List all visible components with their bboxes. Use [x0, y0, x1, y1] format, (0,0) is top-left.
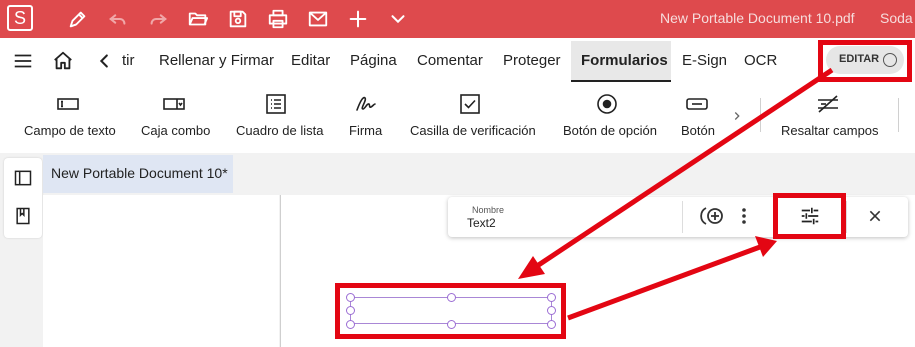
highlight-fields-icon — [818, 95, 838, 113]
add-field-icon[interactable] — [699, 204, 727, 228]
tool-resaltar-campos[interactable]: Resaltar campos — [777, 83, 882, 149]
tool-cuadro-de-lista[interactable]: Cuadro de lista — [232, 83, 326, 149]
field-name-caption: Nombre — [472, 205, 505, 215]
tool-label: Resaltar campos — [781, 123, 879, 138]
toolbar-divider — [760, 98, 761, 132]
open-folder-icon[interactable] — [187, 8, 209, 30]
text-field-icon — [57, 98, 79, 110]
menu-item-comentar[interactable]: Comentar — [417, 52, 483, 69]
bookmark-icon[interactable] — [13, 206, 33, 226]
print-icon[interactable] — [267, 8, 289, 30]
home-icon[interactable] — [52, 50, 74, 72]
chevron-right-icon[interactable] — [730, 109, 744, 123]
tool-boton-de-opcion[interactable]: Botón de opción — [559, 83, 659, 149]
menu-item-proteger[interactable]: Proteger — [503, 52, 561, 69]
pane-divider — [280, 195, 281, 347]
tool-label: Cuadro de lista — [236, 123, 324, 138]
menu-item-convertir[interactable]: tir — [122, 52, 135, 69]
document-tab[interactable]: New Portable Document 10* — [43, 155, 233, 193]
tool-boton[interactable]: Botón — [677, 83, 719, 149]
tool-firma[interactable]: Firma — [345, 83, 389, 149]
thumbnail-pane — [43, 195, 279, 347]
mail-icon[interactable] — [307, 8, 329, 30]
undo-icon[interactable] — [107, 8, 129, 30]
tool-label: Casilla de verificación — [410, 123, 536, 138]
tool-campo-de-texto[interactable]: Campo de texto — [20, 83, 117, 149]
tool-label: Botón — [681, 123, 715, 138]
tool-label: Botón de opción — [563, 123, 657, 138]
side-panel — [4, 158, 42, 238]
tool-label: Caja combo — [141, 123, 211, 138]
window-title: New Portable Document 10.pdf — [660, 10, 855, 26]
save-icon[interactable] — [227, 8, 249, 30]
menu-item-rellenar-y-firmar[interactable]: Rellenar y Firmar — [159, 52, 274, 69]
tool-caja-combo[interactable]: Caja combo — [138, 83, 212, 149]
chevron-down-icon[interactable] — [387, 8, 409, 30]
menu-item-formularios[interactable]: Formularios — [581, 52, 668, 69]
checkbox-icon — [460, 94, 480, 114]
app-logo: S — [7, 5, 33, 31]
menu-item-editar[interactable]: Editar — [291, 52, 330, 69]
highlight-box-field — [335, 283, 566, 339]
active-tab-indicator — [571, 80, 671, 82]
field-name-value[interactable]: Text2 — [467, 216, 496, 230]
bar-divider — [682, 201, 683, 233]
toolbar-divider — [898, 98, 899, 132]
forms-toolbar: Campo de texto Caja combo Cuadro de list… — [0, 83, 915, 153]
tool-label: Campo de texto — [24, 123, 116, 138]
highlight-box-editar — [818, 40, 912, 82]
highlight-box-properties — [773, 193, 846, 239]
tool-label: Firma — [349, 123, 383, 138]
add-icon[interactable] — [347, 8, 369, 30]
redo-icon[interactable] — [147, 8, 169, 30]
chevron-left-icon[interactable] — [94, 50, 116, 72]
button-icon — [686, 98, 708, 110]
list-box-icon — [266, 94, 286, 114]
more-options-icon[interactable] — [736, 206, 752, 226]
combo-box-icon — [163, 98, 185, 110]
menu-item-e-sign[interactable]: E-Sign — [682, 52, 727, 69]
pen-icon[interactable] — [67, 8, 89, 30]
menu-item-pagina[interactable]: Página — [350, 52, 397, 69]
radio-button-icon — [597, 94, 617, 114]
close-icon[interactable] — [867, 208, 883, 224]
panel-toggle-icon[interactable] — [13, 168, 33, 188]
menu-item-ocr[interactable]: OCR — [744, 52, 777, 69]
document-tab-label: New Portable Document 10* — [51, 165, 228, 181]
title-bar: S New Portable Document 10.pdf Soda — [0, 0, 915, 38]
bar-divider — [846, 201, 847, 233]
app-name: Soda — [880, 10, 913, 26]
tool-casilla-de-verificacion[interactable]: Casilla de verificación — [406, 83, 539, 149]
hamburger-menu-icon[interactable] — [12, 50, 34, 72]
signature-icon — [356, 96, 376, 111]
